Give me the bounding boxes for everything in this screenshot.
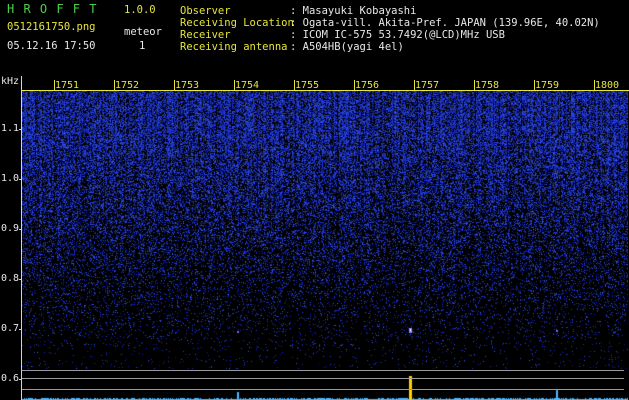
spectrogram-canvas <box>22 91 628 400</box>
meteor-label: meteor <box>124 26 162 38</box>
file-name: 0512161750.png <box>7 21 96 33</box>
info-location-value: : Ogata-vill. Akita-Pref. JAPAN (139.96E… <box>290 17 600 29</box>
info-observer-label: Observer <box>180 5 231 17</box>
date-time: 05.12.16 17:50 <box>7 40 96 52</box>
info-receiver-label: Receiver <box>180 29 231 41</box>
hrofft-window: H R O F F T 1.0.0 0512161750.png meteor … <box>0 0 629 400</box>
info-antenna-value: : A504HB(yagi 4el) <box>290 41 404 53</box>
info-receiver-value: : ICOM IC-575 53.7492(@LCD)MHz USB <box>290 29 505 41</box>
meteor-count: 1 <box>139 40 146 52</box>
app-version: 1.0.0 <box>124 4 156 16</box>
app-title: H R O F F T <box>7 2 98 16</box>
info-antenna-label: Receiving antenna <box>180 41 288 53</box>
info-observer-value: : Masayuki Kobayashi <box>290 5 417 17</box>
info-location-label: Receiving Location <box>180 17 294 29</box>
y-axis-unit: kHz <box>1 76 20 87</box>
